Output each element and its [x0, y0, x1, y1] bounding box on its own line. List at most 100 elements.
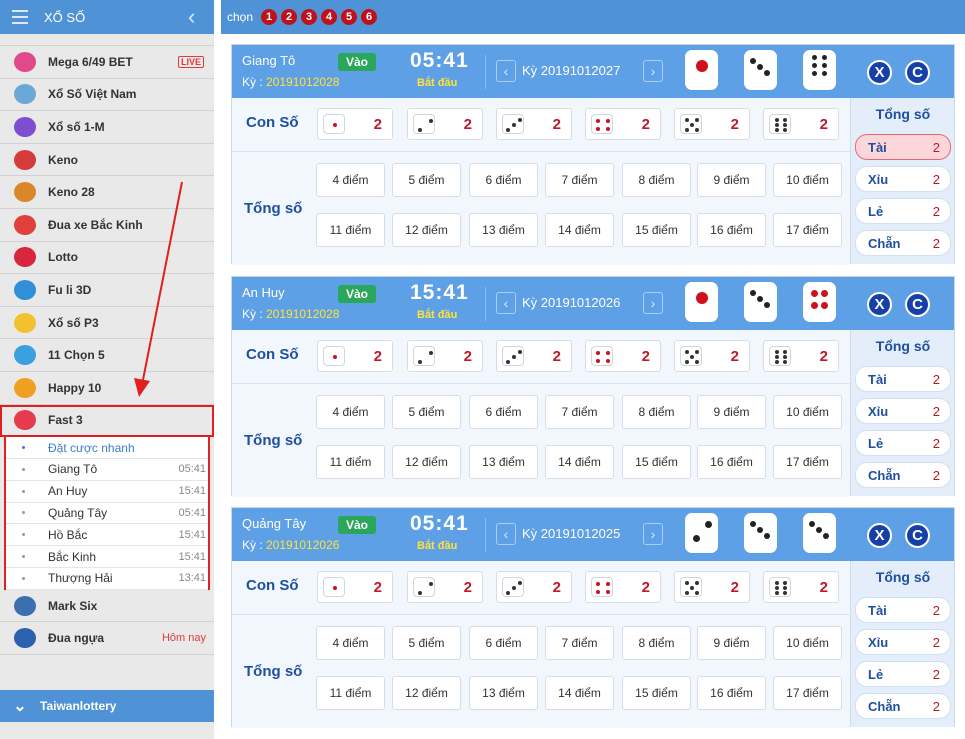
digit-bet-box[interactable]: 2: [763, 340, 839, 372]
side-bet-3[interactable]: Chẵn 2: [855, 693, 951, 719]
prev-period-button[interactable]: ‹: [496, 60, 516, 82]
submenu-item[interactable]: Quảng Tây 05:41: [6, 503, 208, 525]
side-bet-3[interactable]: Chẵn 2: [855, 462, 951, 488]
side-bet-1[interactable]: Xỉu 2: [855, 166, 951, 192]
submenu-item[interactable]: An Huy 15:41: [6, 481, 208, 503]
point-bet-box[interactable]: 9 điểm: [697, 395, 766, 429]
point-bet-box[interactable]: 14 điểm: [545, 213, 614, 247]
clear-x-button[interactable]: X: [867, 292, 892, 317]
enter-button[interactable]: Vào: [338, 285, 377, 303]
digit-bet-box[interactable]: 2: [674, 340, 750, 372]
chip-6[interactable]: 6: [361, 9, 378, 25]
menu-icon[interactable]: [0, 10, 36, 24]
point-bet-box[interactable]: 15 điểm: [622, 445, 691, 479]
next-period-button[interactable]: ›: [643, 292, 663, 314]
point-bet-box[interactable]: 7 điểm: [545, 163, 614, 197]
point-bet-box[interactable]: 11 điểm: [316, 676, 385, 710]
side-bet-0[interactable]: Tài 2: [855, 597, 951, 623]
submenu-item[interactable]: Giang Tô 05:41: [6, 459, 208, 481]
point-bet-box[interactable]: 12 điểm: [392, 213, 461, 247]
digit-bet-box[interactable]: 2: [585, 108, 661, 140]
point-bet-box[interactable]: 4 điểm: [316, 395, 385, 429]
digit-bet-box[interactable]: 2: [407, 108, 483, 140]
digit-bet-box[interactable]: 2: [317, 340, 393, 372]
digit-bet-box[interactable]: 2: [496, 108, 572, 140]
chevron-left-icon[interactable]: ‹: [188, 6, 214, 28]
digit-bet-box[interactable]: 2: [585, 340, 661, 372]
point-bet-box[interactable]: 11 điểm: [316, 445, 385, 479]
side-bet-3[interactable]: Chẵn 2: [855, 230, 951, 256]
sidebar-item[interactable]: Mega 6/49 BET LIVE: [0, 46, 214, 79]
chip-2[interactable]: 2: [281, 9, 298, 25]
next-period-button[interactable]: ›: [643, 60, 663, 82]
prev-period-button[interactable]: ‹: [496, 292, 516, 314]
point-bet-box[interactable]: 10 điểm: [773, 163, 842, 197]
sidebar-item[interactable]: Đua ngựa Hôm nay: [0, 622, 214, 655]
sidebar-item[interactable]: Xổ Số Việt Nam: [0, 78, 214, 112]
point-bet-box[interactable]: 16 điểm: [697, 213, 766, 247]
side-bet-0[interactable]: Tài 2: [855, 366, 951, 392]
sidebar-item[interactable]: Fast 3: [0, 404, 214, 438]
digit-bet-box[interactable]: 2: [763, 571, 839, 603]
point-bet-box[interactable]: 14 điểm: [545, 676, 614, 710]
point-bet-box[interactable]: 16 điểm: [697, 445, 766, 479]
point-bet-box[interactable]: 11 điểm: [316, 213, 385, 247]
point-bet-box[interactable]: 4 điểm: [316, 626, 385, 660]
digit-bet-box[interactable]: 2: [674, 571, 750, 603]
side-bet-2[interactable]: Lẻ 2: [855, 198, 951, 224]
chip-1[interactable]: 1: [261, 9, 278, 25]
next-period-button[interactable]: ›: [643, 523, 663, 545]
point-bet-box[interactable]: 7 điểm: [545, 626, 614, 660]
point-bet-box[interactable]: 9 điểm: [697, 163, 766, 197]
point-bet-box[interactable]: 16 điểm: [697, 676, 766, 710]
sidebar-item[interactable]: Xổ số 1-M: [0, 111, 214, 144]
sidebar-item[interactable]: Mark Six: [0, 589, 214, 623]
submenu-item[interactable]: Thượng Hải 13:41: [6, 568, 208, 590]
digit-bet-box[interactable]: 2: [585, 571, 661, 603]
digit-bet-box[interactable]: 2: [317, 108, 393, 140]
point-bet-box[interactable]: 8 điểm: [622, 626, 691, 660]
digit-bet-box[interactable]: 2: [763, 108, 839, 140]
sidebar-item[interactable]: Happy 10: [0, 371, 214, 405]
side-bet-2[interactable]: Lẻ 2: [855, 430, 951, 456]
point-bet-box[interactable]: 6 điểm: [469, 395, 538, 429]
confirm-c-button[interactable]: C: [905, 60, 930, 85]
chip-3[interactable]: 3: [301, 9, 318, 25]
digit-bet-box[interactable]: 2: [496, 340, 572, 372]
sidebar-item[interactable]: Xổ số P3: [0, 306, 214, 340]
sidebar-item[interactable]: 11 Chọn 5: [0, 339, 214, 372]
sidebar-item[interactable]: Keno: [0, 143, 214, 177]
point-bet-box[interactable]: 9 điểm: [697, 626, 766, 660]
point-bet-box[interactable]: 10 điểm: [773, 626, 842, 660]
point-bet-box[interactable]: 4 điểm: [316, 163, 385, 197]
digit-bet-box[interactable]: 2: [317, 571, 393, 603]
point-bet-box[interactable]: 6 điểm: [469, 163, 538, 197]
point-bet-box[interactable]: 5 điểm: [392, 395, 461, 429]
point-bet-box[interactable]: 17 điểm: [773, 445, 842, 479]
point-bet-box[interactable]: 10 điểm: [773, 395, 842, 429]
chip-4[interactable]: 4: [321, 9, 338, 25]
clear-x-button[interactable]: X: [867, 60, 892, 85]
point-bet-box[interactable]: 15 điểm: [622, 213, 691, 247]
point-bet-box[interactable]: 12 điểm: [392, 676, 461, 710]
side-bet-0[interactable]: Tài 2: [855, 134, 951, 160]
chip-5[interactable]: 5: [341, 9, 358, 25]
side-bet-2[interactable]: Lẻ 2: [855, 661, 951, 687]
sidebar-footer-taiwanlottery[interactable]: ⌄ Taiwanlottery: [0, 690, 214, 722]
point-bet-box[interactable]: 8 điểm: [622, 163, 691, 197]
confirm-c-button[interactable]: C: [905, 523, 930, 548]
digit-bet-box[interactable]: 2: [674, 108, 750, 140]
prev-period-button[interactable]: ‹: [496, 523, 516, 545]
point-bet-box[interactable]: 5 điểm: [392, 626, 461, 660]
sidebar-item[interactable]: Keno 28: [0, 176, 214, 209]
point-bet-box[interactable]: 14 điểm: [545, 445, 614, 479]
submenu-item[interactable]: Đặt cược nhanh: [6, 437, 208, 459]
submenu-item[interactable]: Hồ Bắc 15:41: [6, 524, 208, 547]
point-bet-box[interactable]: 6 điểm: [469, 626, 538, 660]
point-bet-box[interactable]: 5 điểm: [392, 163, 461, 197]
confirm-c-button[interactable]: C: [905, 292, 930, 317]
digit-bet-box[interactable]: 2: [496, 571, 572, 603]
point-bet-box[interactable]: 17 điểm: [773, 213, 842, 247]
sidebar-item[interactable]: Fu li 3D: [0, 274, 214, 307]
point-bet-box[interactable]: 8 điểm: [622, 395, 691, 429]
